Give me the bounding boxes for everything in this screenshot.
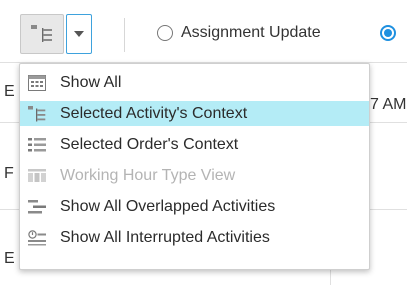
- menu-item-show-overlapped-activities[interactable]: Show All Overlapped Activities: [20, 194, 369, 219]
- working-hour-type-icon: [28, 169, 46, 182]
- interrupted-activities-icon: [28, 230, 46, 246]
- chevron-down-icon: [74, 31, 84, 37]
- view-mode-button[interactable]: [20, 14, 64, 54]
- toolbar-separator: [124, 18, 125, 52]
- row-label: F: [4, 165, 14, 182]
- menu-item-label: Show All: [60, 74, 122, 91]
- menu-item-label: Selected Activity's Context: [60, 105, 248, 122]
- selected-activity-context-icon: [31, 25, 52, 42]
- row-label: E: [4, 250, 15, 267]
- row-label: E: [4, 83, 15, 100]
- menu-item-selected-order-context[interactable]: Selected Order's Context: [20, 132, 369, 157]
- menu-item-label: Working Hour Type View: [60, 167, 236, 184]
- selected-activity-context-icon: [28, 106, 46, 122]
- assignment-update-label[interactable]: Assignment Update: [181, 23, 321, 43]
- menu-item-selected-activity-context[interactable]: Selected Activity's Context: [20, 101, 369, 126]
- view-option-radio[interactable]: [380, 25, 396, 41]
- menu-item-show-all[interactable]: Show All: [20, 70, 369, 95]
- calendar-grid-icon: [28, 75, 46, 91]
- order-context-icon: [28, 138, 46, 152]
- menu-item-working-hour-type-view: Working Hour Type View: [20, 163, 369, 188]
- overlapped-activities-icon: [28, 200, 46, 214]
- menu-item-label: Show All Interrupted Activities: [60, 229, 270, 246]
- menu-item-label: Show All Overlapped Activities: [60, 198, 276, 215]
- assignment-update-radio[interactable]: [157, 25, 173, 41]
- time-header-label: 7 AM: [370, 96, 407, 113]
- view-mode-menu: Show All Selected Activity's Context Sel…: [19, 63, 370, 270]
- toolbar: Assignment Update: [0, 0, 407, 62]
- view-mode-dropdown-button[interactable]: [66, 14, 92, 54]
- menu-item-label: Selected Order's Context: [60, 136, 239, 153]
- menu-item-show-interrupted-activities[interactable]: Show All Interrupted Activities: [20, 225, 369, 250]
